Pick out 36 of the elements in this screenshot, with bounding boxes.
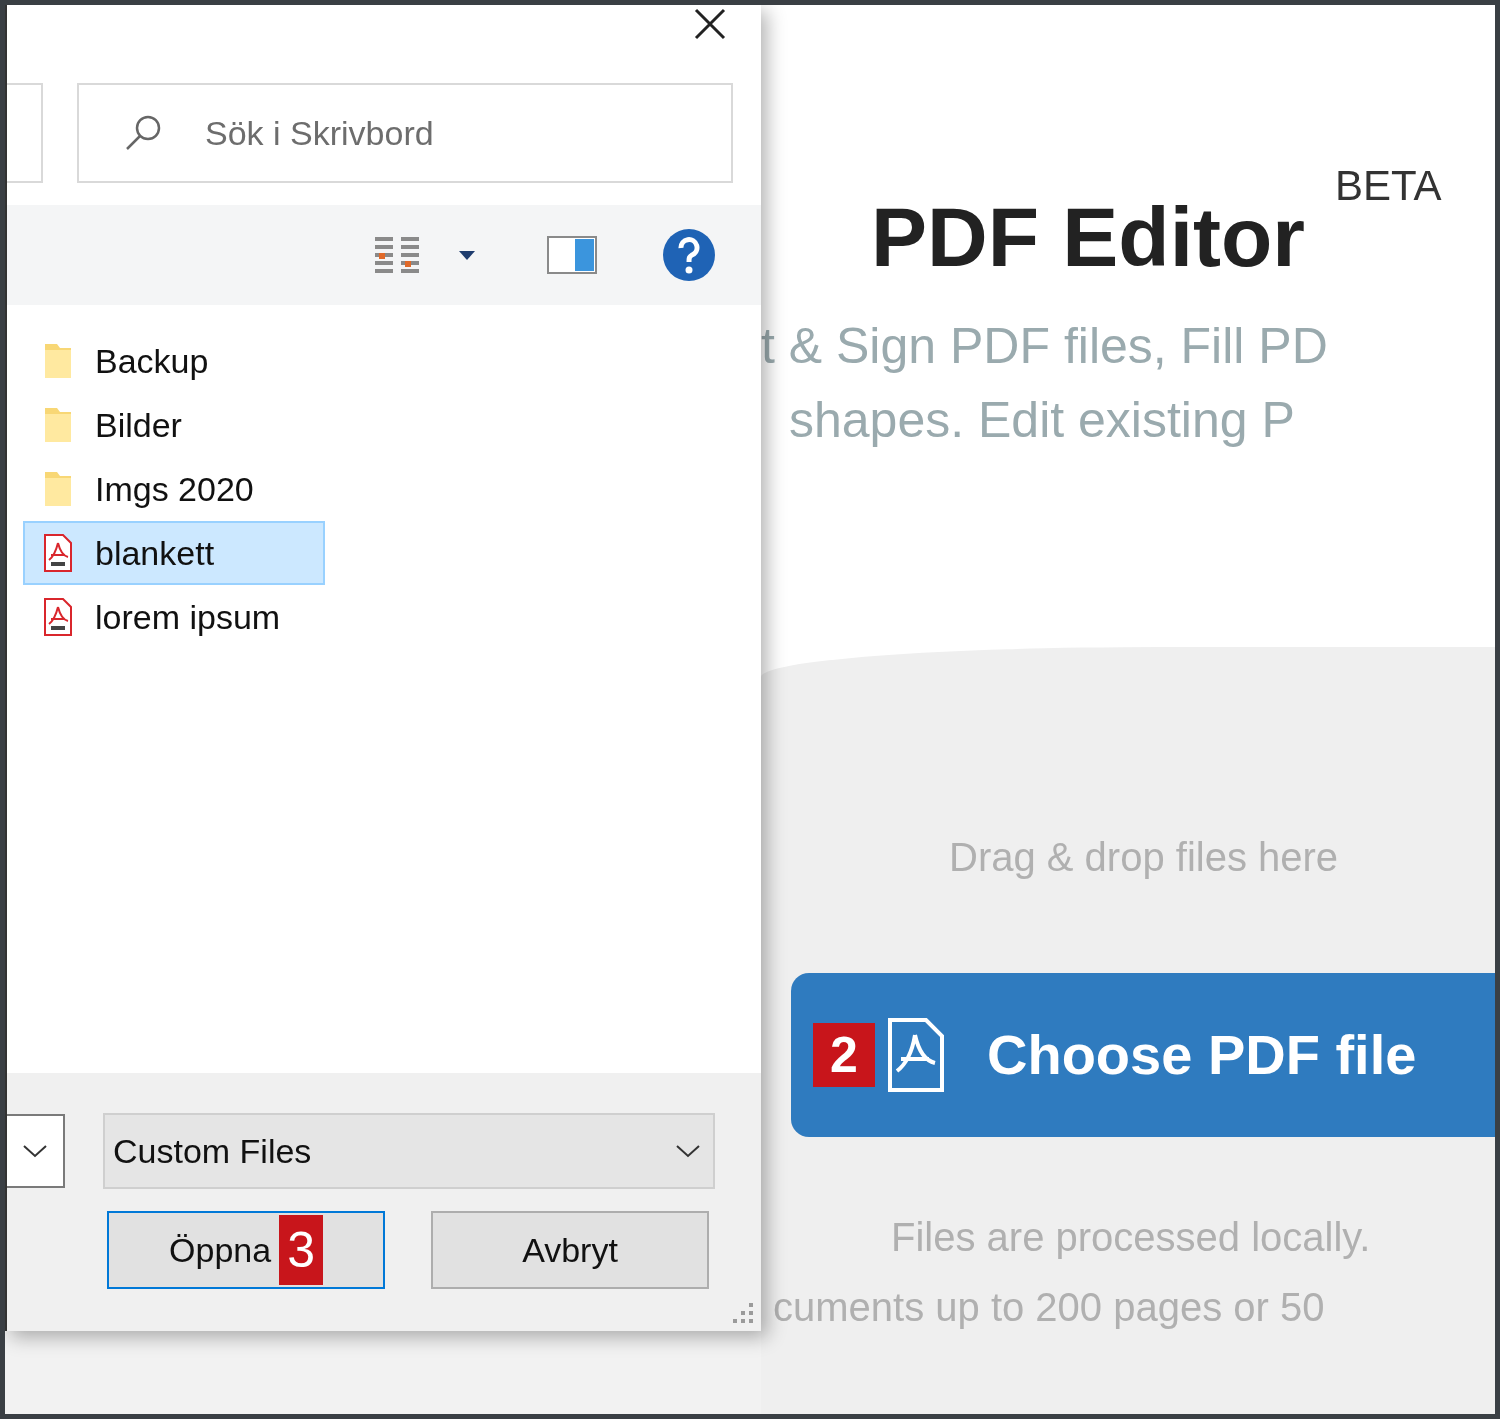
file-list-item[interactable]: Bilder <box>23 393 325 457</box>
file-type-dropdown[interactable]: Custom Files <box>103 1113 715 1189</box>
step-badge: 2 <box>813 1023 875 1087</box>
info-text: cuments up to 200 pages or 50 <box>773 1284 1326 1331</box>
resize-grip-icon[interactable] <box>731 1301 755 1325</box>
choose-file-button[interactable]: 2 Choose PDF file <box>791 973 1495 1137</box>
chevron-down-icon <box>22 1143 48 1159</box>
filename-dropdown[interactable] <box>7 1114 65 1188</box>
page-subtitle: t & Sign PDF files, Fill PD <box>761 317 1329 376</box>
folder-icon <box>43 406 73 444</box>
help-icon[interactable] <box>661 227 717 283</box>
preview-pane-icon[interactable] <box>547 236 597 274</box>
chevron-down-icon <box>675 1143 701 1159</box>
beta-label: BETA <box>1335 165 1442 207</box>
file-list-item[interactable]: blankett <box>23 521 325 585</box>
close-icon[interactable] <box>693 7 727 41</box>
page-title: PDF Editor <box>871 195 1305 279</box>
drop-hint: Drag & drop files here <box>949 834 1340 881</box>
info-text: Files are processed locally. <box>891 1214 1372 1261</box>
pdf-file-icon <box>43 597 73 637</box>
pdf-file-icon <box>43 533 73 573</box>
dialog-button[interactable]: Avbryt <box>431 1211 709 1289</box>
drop-zone[interactable]: Drag & drop files here 2 Choose PDF file Files are processed locally. cuments up to 200 pages or 50 <box>761 647 1495 1414</box>
search-field[interactable]: Sök i Skrivbord <box>77 83 733 183</box>
dialog-button[interactable]: Öppna 3 <box>107 1211 385 1289</box>
caret-down-icon[interactable] <box>457 249 477 261</box>
address-field[interactable] <box>7 83 43 183</box>
step-badge: 3 <box>279 1215 323 1285</box>
folder-icon <box>43 342 73 380</box>
file-list-item[interactable]: Backup <box>23 329 325 393</box>
file-list-item[interactable]: Imgs 2020 <box>23 457 325 521</box>
file-list-item[interactable]: lorem ipsum <box>23 585 325 649</box>
page-subtitle: shapes. Edit existing P <box>788 391 1296 450</box>
folder-icon <box>43 470 73 508</box>
pdf-file-icon <box>887 1017 945 1093</box>
search-input[interactable]: Sök i Skrivbord <box>205 107 731 159</box>
